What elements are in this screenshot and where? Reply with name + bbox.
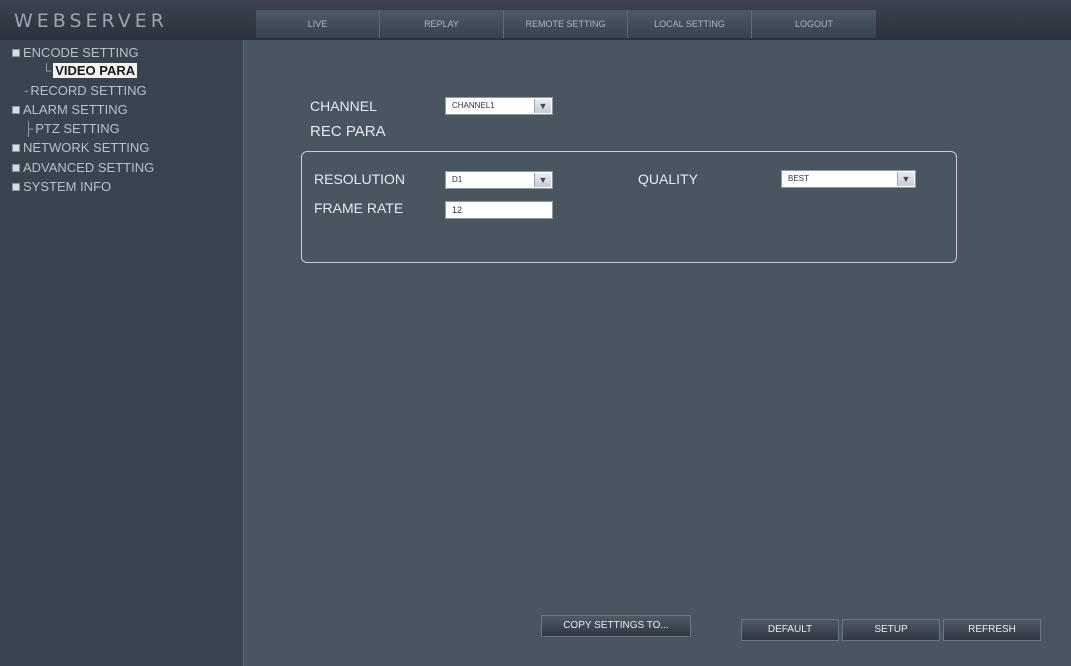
sidebar-item-label: ADVANCED SETTING xyxy=(23,160,155,175)
quality-select-value: BEST xyxy=(788,174,809,183)
default-button[interactable]: DEFAULT xyxy=(741,619,839,641)
sidebar-item-label: ALARM SETTING xyxy=(23,102,128,117)
channel-select[interactable]: CHANNEL1 ▼ xyxy=(445,97,553,115)
tree-expand-icon[interactable] xyxy=(12,182,20,191)
nav-tab-remote-setting[interactable]: REMOTE SETTING xyxy=(504,10,628,38)
sidebar-item-label: VIDEO PARA xyxy=(53,63,138,78)
sidebar-item-label: NETWORK SETTING xyxy=(23,140,150,155)
chevron-down-icon[interactable]: ▼ xyxy=(534,99,551,113)
sidebar-item-record-setting[interactable]: - RECORD SETTING xyxy=(24,82,147,100)
sidebar-item-advanced-setting[interactable]: ADVANCED SETTING xyxy=(12,159,154,177)
nav-tab-local-setting[interactable]: LOCAL SETTING xyxy=(628,10,752,38)
main-nav: LIVE REPLAY REMOTE SETTING LOCAL SETTING… xyxy=(256,10,876,38)
chevron-down-icon[interactable]: ▼ xyxy=(534,173,551,187)
nav-tab-replay[interactable]: REPLAY xyxy=(380,10,504,38)
tree-expand-icon[interactable] xyxy=(12,48,20,57)
resolution-select[interactable]: D1 ▼ xyxy=(445,171,553,189)
sidebar-item-label: PTZ SETTING xyxy=(35,121,120,136)
frame-rate-label: FRAME RATE xyxy=(314,200,404,216)
setup-button[interactable]: SETUP xyxy=(842,619,940,641)
tree-expand-icon[interactable] xyxy=(12,163,20,172)
sidebar-item-encode-setting[interactable]: ENCODE SETTING xyxy=(12,44,139,62)
tree-branch-icon: └ xyxy=(42,63,52,78)
resolution-select-value: D1 xyxy=(452,175,463,184)
sidebar-item-ptz-setting[interactable]: ├ PTZ SETTING xyxy=(24,120,120,138)
chevron-down-icon[interactable]: ▼ xyxy=(897,172,914,186)
sidebar-item-label: SYSTEM INFO xyxy=(23,179,112,194)
top-bar: WEBSERVER LIVE REPLAY REMOTE SETTING LOC… xyxy=(0,0,1071,40)
sidebar-item-label: RECORD SETTING xyxy=(30,83,147,98)
channel-select-value: CHANNEL1 xyxy=(452,101,495,110)
quality-label: QUALITY xyxy=(638,171,698,187)
sidebar-item-network-setting[interactable]: NETWORK SETTING xyxy=(12,139,149,157)
tree-expand-icon[interactable] xyxy=(12,105,20,114)
refresh-button[interactable]: REFRESH xyxy=(943,619,1041,641)
tree-expand-icon[interactable] xyxy=(12,143,20,152)
sidebar-item-video-para[interactable]: └ VIDEO PARA xyxy=(42,62,138,80)
rec-para-heading: REC PARA xyxy=(310,123,386,140)
channel-label: CHANNEL xyxy=(310,98,377,114)
nav-tab-live[interactable]: LIVE xyxy=(256,10,380,38)
tree-branch-icon: - xyxy=(24,83,29,98)
resolution-label: RESOLUTION xyxy=(314,171,406,187)
sidebar: ENCODE SETTING └ VIDEO PARA - RECORD SETTI… xyxy=(0,40,244,666)
nav-tab-logout[interactable]: LOGOUT xyxy=(752,10,876,38)
sidebar-item-system-info[interactable]: SYSTEM INFO xyxy=(12,178,111,196)
app-logo: WEBSERVER xyxy=(14,10,168,32)
sidebar-item-alarm-setting[interactable]: ALARM SETTING xyxy=(12,101,128,119)
tree-branch-icon: ├ xyxy=(24,121,34,136)
sidebar-item-label: ENCODE SETTING xyxy=(23,45,139,60)
quality-select[interactable]: BEST ▼ xyxy=(781,170,916,188)
copy-settings-button[interactable]: COPY SETTINGS TO... xyxy=(541,615,691,637)
frame-rate-input[interactable]: 12 xyxy=(445,201,553,219)
